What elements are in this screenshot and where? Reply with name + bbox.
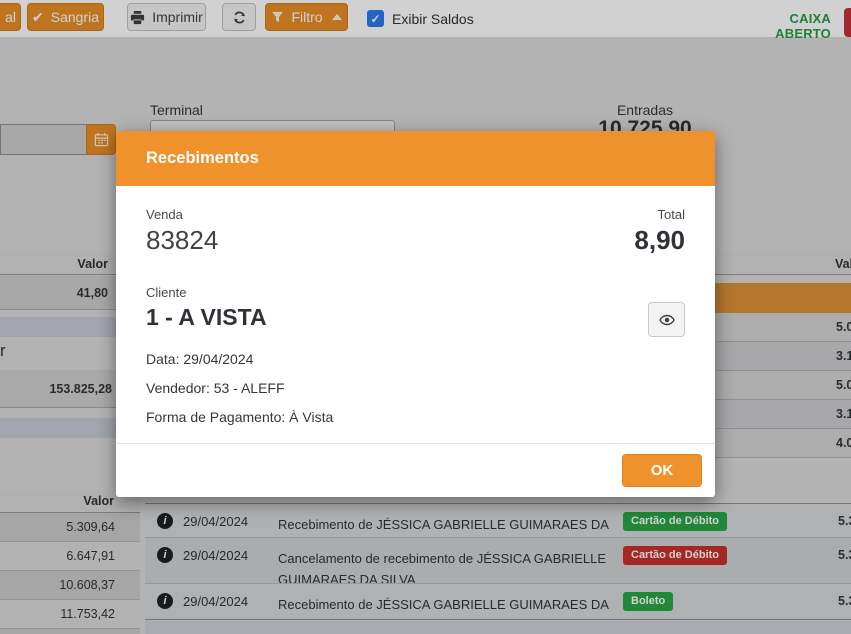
- view-client-button[interactable]: [648, 302, 685, 337]
- eye-icon: [659, 312, 675, 328]
- pos-cash-register-screen: al ✔ Sangria Imprimir: [0, 0, 851, 634]
- modal-title: Recebimentos: [146, 149, 685, 168]
- pagamento-line: Forma de Pagamento: À Vista: [146, 408, 685, 426]
- modal-footer: OK: [116, 443, 715, 497]
- modal-body: Venda Total 83824 8,90 Cliente 1 - A VIS…: [116, 186, 715, 426]
- venda-value: 83824: [146, 225, 218, 255]
- vendedor-line: Vendedor: 53 - ALEFF: [146, 379, 685, 397]
- total-value: 8,90: [634, 225, 685, 255]
- data-line: Data: 29/04/2024: [146, 350, 685, 368]
- total-label: Total: [658, 207, 685, 222]
- cliente-value: 1 - A VISTA: [146, 302, 267, 332]
- modal-header: Recebimentos: [116, 131, 715, 186]
- cliente-label: Cliente: [146, 285, 685, 300]
- recebimentos-modal: Recebimentos Venda Total 83824 8,90 Clie…: [116, 131, 715, 497]
- venda-label: Venda: [146, 207, 183, 222]
- ok-button[interactable]: OK: [622, 454, 702, 487]
